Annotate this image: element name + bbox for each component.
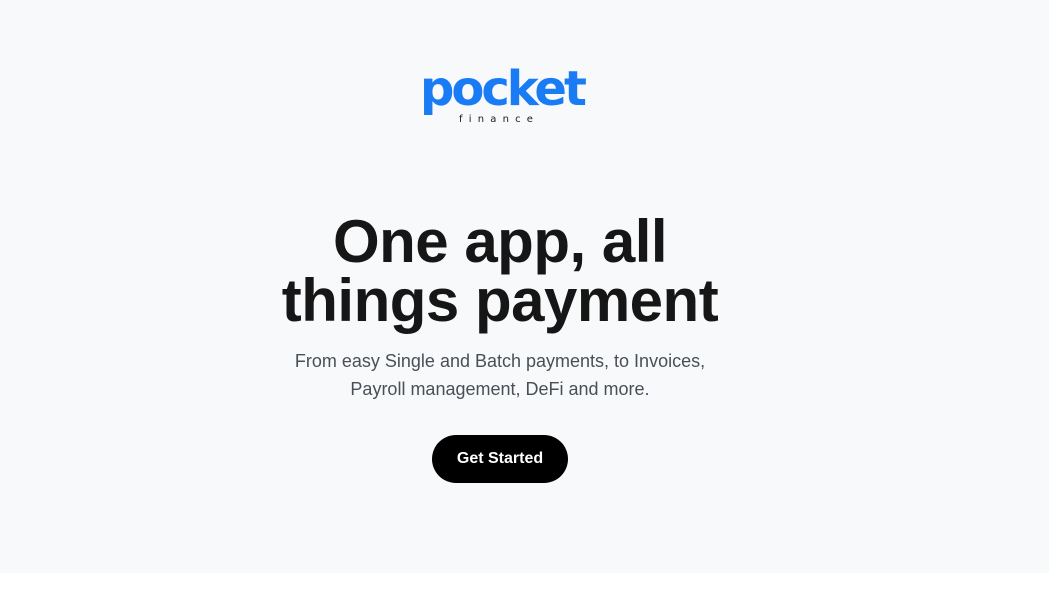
subtext-line-2: Payroll management, DeFi and more.	[350, 379, 650, 399]
logo-subtitle: finance	[459, 114, 540, 125]
get-started-button[interactable]: Get Started	[432, 435, 568, 483]
hero-subtext: From easy Single and Batch payments, to …	[225, 347, 775, 403]
logo-wordmark: pocket	[420, 61, 587, 117]
headline-line-1: One app, all	[332, 208, 668, 275]
hero-headline: One app, all things payment	[200, 212, 800, 331]
headline-line-2: things payment	[281, 267, 719, 334]
hero-section: pocket finance One app, all things payme…	[0, 0, 1049, 573]
subtext-line-1: From easy Single and Batch payments, to …	[294, 351, 706, 371]
pocket-finance-logo[interactable]: pocket finance	[420, 60, 587, 130]
